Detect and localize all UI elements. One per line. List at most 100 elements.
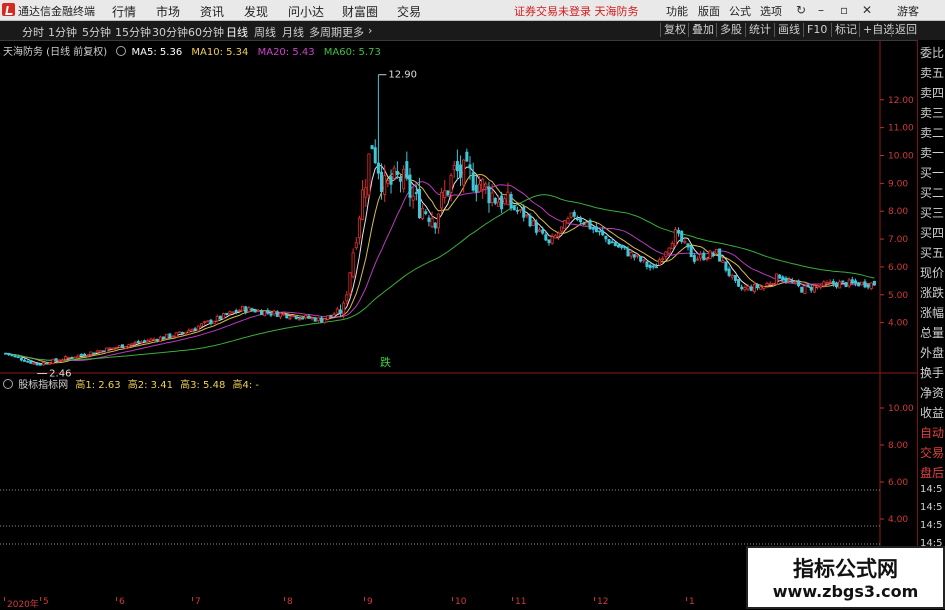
candle-body (41, 362, 45, 366)
statistics-button[interactable]: 统计 (745, 23, 774, 37)
period-multi[interactable]: 多周期 (309, 24, 342, 40)
candle-body (471, 172, 475, 191)
period-more[interactable]: 更多 (342, 24, 364, 40)
menu-market[interactable]: 市场 (156, 3, 180, 20)
indicator-value-3: 高3: 5.48 (180, 380, 226, 391)
indicator-grid (0, 489, 880, 545)
mark-button[interactable]: 标记 (831, 23, 860, 37)
quote-field-label: 卖二 (920, 126, 945, 140)
candle-body (234, 310, 238, 313)
candle-body (263, 310, 267, 317)
gear-icon[interactable] (116, 46, 127, 56)
menu-trade[interactable]: 交易 (397, 3, 421, 20)
date-tick (4, 597, 5, 601)
date-label: 6 (119, 597, 125, 607)
menu-wealth[interactable]: 财富圈 (342, 3, 378, 20)
menu-news[interactable]: 资讯 (200, 3, 224, 20)
adjust-button[interactable]: 复权 (660, 23, 689, 37)
menu-quotes[interactable]: 行情 (112, 3, 136, 20)
menu-discover[interactable]: 发现 (244, 3, 268, 20)
date-label: 1 (689, 597, 695, 607)
candle-body (500, 195, 504, 210)
period-5min[interactable]: 5分钟 (82, 24, 111, 40)
overlay-button[interactable]: 叠加 (688, 23, 717, 37)
candle-body (108, 347, 112, 350)
period-60min[interactable]: 60分钟 (188, 24, 224, 40)
candle-body (342, 302, 346, 315)
f10-button[interactable]: F10 (803, 23, 830, 37)
menu-layout[interactable]: 版面 (698, 3, 720, 19)
candle-body (338, 309, 342, 314)
minimize-icon[interactable]: – (818, 3, 824, 17)
guest-label[interactable]: 游客 (897, 3, 919, 19)
candle-body (686, 243, 690, 248)
candle-body (212, 320, 216, 325)
candle-body (626, 248, 630, 257)
candle-body (800, 286, 804, 293)
indicator-legend: 股标指标网 高1: 2.63 高2: 3.41 高3: 5.48 高4: - (3, 376, 259, 391)
candle-body (133, 342, 137, 345)
candle-body (86, 354, 90, 357)
indicator-y-tick-label: 6.00 (888, 478, 908, 488)
candle-body (421, 207, 425, 219)
date-label: 2020年 (7, 600, 39, 610)
trade-time: 14:5 (920, 502, 943, 513)
quote-field-label: 涨幅 (920, 306, 945, 320)
date-tick (40, 597, 41, 601)
candle-body (534, 221, 538, 233)
stock-label: 天海防务 (日线 前复权) (3, 47, 108, 58)
login-notice[interactable]: 证券交易未登录 天海防务 (514, 3, 639, 19)
candle-body (828, 281, 832, 284)
y-tick-label: 6.00 (888, 263, 908, 273)
close-icon[interactable]: ✕ (862, 3, 872, 17)
candle-body (610, 241, 614, 244)
candle-body (613, 242, 617, 247)
period-15min[interactable]: 15分钟 (115, 24, 151, 40)
restore-icon[interactable]: ▫ (840, 3, 848, 17)
candle-body (436, 213, 440, 229)
candle-body (582, 222, 586, 225)
candle-body (512, 205, 516, 211)
candle-body (304, 314, 308, 319)
quote-field-label: 交易 (920, 446, 945, 460)
candle-body (645, 261, 649, 267)
period-intraday[interactable]: 分时 (22, 24, 44, 40)
gear-icon[interactable] (3, 379, 13, 389)
candle-body (838, 281, 842, 289)
period-1min[interactable]: 1分钟 (48, 24, 77, 40)
period-30min[interactable]: 30分钟 (152, 24, 188, 40)
candle-body (443, 190, 447, 198)
menu-formula[interactable]: 公式 (729, 3, 751, 19)
trade-time: 14:5 (920, 520, 943, 531)
period-monthly[interactable]: 月线 (282, 24, 304, 40)
candle-body (850, 279, 854, 283)
period-daily[interactable]: 日线 (226, 24, 248, 40)
date-tick (364, 597, 365, 601)
candle-body (617, 244, 621, 248)
candle-body (699, 253, 703, 259)
menu-ask[interactable]: 问小达 (288, 3, 324, 20)
candle-body (190, 328, 194, 332)
back-button[interactable]: 返回 (891, 23, 920, 37)
candle-body (143, 340, 147, 343)
candle-body (424, 211, 428, 214)
main-y-axis: 12.00 11.00 10.00 9.00 8.00 7.00 6.00 5.00 4.00 (880, 96, 914, 329)
draw-line-button[interactable]: 画线 (774, 23, 803, 37)
kline-chart[interactable]: 12.0011.0010.009.008.007.006.005.004.00 … (0, 40, 917, 597)
chevron-right-icon[interactable]: › (368, 24, 372, 37)
candle-body (806, 284, 810, 287)
menu-options[interactable]: 选项 (760, 3, 782, 19)
candle-body (677, 229, 681, 234)
candle-body (746, 286, 750, 290)
ma-lines (5, 164, 875, 365)
period-weekly[interactable]: 周线 (254, 24, 276, 40)
candle-body (538, 229, 542, 232)
candle-body (323, 318, 327, 324)
candle-body (857, 282, 861, 287)
menu-function[interactable]: 功能 (666, 3, 688, 19)
refresh-icon[interactable]: ↻ (796, 3, 806, 17)
candle-body (844, 282, 848, 287)
candle-body (509, 194, 513, 209)
candle-body (310, 317, 314, 320)
multi-stock-button[interactable]: 多股 (716, 23, 745, 37)
